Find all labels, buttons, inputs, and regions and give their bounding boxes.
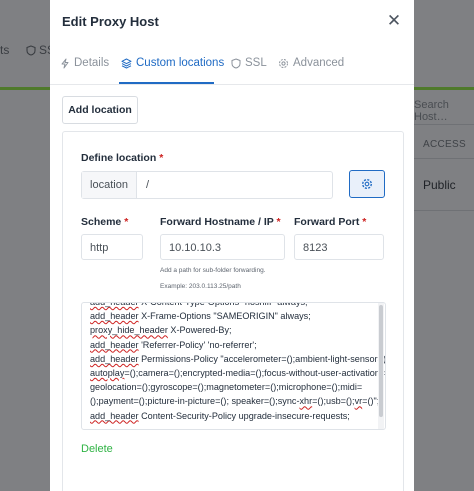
bg-column-access: ACCESS xyxy=(423,139,466,150)
required-mark: * xyxy=(124,216,129,228)
config-directive: xhr xyxy=(299,396,313,407)
config-directive: add_header xyxy=(90,353,139,364)
config-text: =()"; xyxy=(362,396,380,407)
bg-row-access: Public xyxy=(423,178,456,192)
scheme-label: Scheme * xyxy=(81,216,128,228)
scheme-label-text: Scheme xyxy=(81,216,122,228)
config-line: add_header X-Frame-Options "SAMEORIGIN" … xyxy=(90,309,378,323)
config-line: proxy_hide_header X-Powered-By; xyxy=(90,323,378,337)
config-text: X-Powered-By; xyxy=(167,325,232,336)
tab-custom-locations-label: Custom locations xyxy=(136,57,225,69)
modal-tabs: Details Custom locations SSL Advanced xyxy=(50,44,414,85)
divider xyxy=(414,124,474,125)
forward-port-label-text: Forward Port xyxy=(294,216,360,228)
config-text: X-Frame-Options "SAMEORIGIN" always; xyxy=(138,311,311,322)
active-tab-indicator xyxy=(119,82,214,84)
add-location-button[interactable]: Add location xyxy=(62,96,138,124)
config-directive: add_header xyxy=(90,302,139,307)
layers-icon xyxy=(121,58,132,68)
config-line: geolocation=();gyroscope=();magnetometer… xyxy=(90,380,378,394)
config-directive: autoplay xyxy=(90,367,125,378)
required-mark: * xyxy=(362,216,367,228)
config-text: geolocation=();gyroscope=();magnetometer… xyxy=(90,382,363,393)
gear-icon xyxy=(279,58,288,68)
bg-search-input: Search Host… xyxy=(414,99,449,123)
config-line: add_header X-Content-Type-Options "nosni… xyxy=(90,302,378,309)
bolt-icon xyxy=(61,58,69,68)
forward-port-input[interactable]: 8123 xyxy=(294,234,384,260)
forward-hostname-label-text: Forward Hostname / IP xyxy=(160,216,274,228)
config-text: =();camera=();encrypted-media=();focus-w… xyxy=(124,367,386,378)
forward-hostname-input[interactable]: 10.10.10.3 xyxy=(160,234,285,260)
config-directive: add_header xyxy=(90,339,139,350)
gear-icon xyxy=(361,178,373,190)
bg-tab-fragment: ts xyxy=(0,43,10,57)
forward-port-label: Forward Port * xyxy=(294,216,366,228)
location-path-value[interactable]: / xyxy=(146,172,149,198)
scrollbar-thumb[interactable] xyxy=(379,305,383,417)
forward-hostname-label: Forward Hostname / IP * xyxy=(160,216,281,228)
divider xyxy=(414,210,474,211)
define-location-text: Define location xyxy=(81,152,157,164)
required-mark: * xyxy=(159,152,164,164)
divider xyxy=(414,158,474,159)
scheme-input[interactable]: http xyxy=(81,234,143,260)
config-text: 'Referrer-Policy' 'no-referrer'; xyxy=(138,339,257,350)
config-directive: add_header xyxy=(90,410,139,421)
shield-icon xyxy=(231,57,241,69)
config-text: Permissions-Policy "accelerometer=();amb… xyxy=(138,353,386,364)
required-mark: * xyxy=(276,216,281,228)
advanced-config-textarea[interactable]: add_header X-Content-Type-Options "nosni… xyxy=(81,302,386,430)
config-lines: add_header X-Content-Type-Options "nosni… xyxy=(90,302,385,423)
define-location-label: Define location * xyxy=(81,152,163,164)
tab-custom-locations[interactable]: Custom locations xyxy=(121,57,224,69)
config-directive: add_header xyxy=(90,311,139,322)
config-text: Content-Security-Policy upgrade-insecure… xyxy=(138,410,350,421)
tab-ssl-label: SSL xyxy=(245,57,267,69)
location-settings-button[interactable] xyxy=(349,170,385,198)
hostname-hint: Add a path for sub-folder forwarding. xyxy=(160,267,266,274)
config-line: ();payment=();picture-in-picture=(); spe… xyxy=(90,394,380,408)
shield-icon xyxy=(26,44,36,56)
tab-details-label: Details xyxy=(74,57,110,69)
close-icon[interactable]: ✕ xyxy=(384,10,404,32)
location-card: Define location * location / Scheme * Fo… xyxy=(62,131,404,491)
modal-title: Edit Proxy Host xyxy=(62,14,159,29)
tab-details[interactable]: Details xyxy=(60,57,109,69)
config-text: X-Content-Type-Options "nosniff" always; xyxy=(138,302,308,307)
location-prefix: location xyxy=(82,172,137,198)
hostname-example: Example: 203.0.113.25/path xyxy=(160,283,241,290)
config-line: autoplay=();camera=();encrypted-media=()… xyxy=(90,366,385,380)
config-line: add_header Content-Security-Policy upgra… xyxy=(90,409,378,423)
config-line: add_header Permissions-Policy "accelerom… xyxy=(90,352,385,366)
delete-location-link[interactable]: Delete xyxy=(81,443,113,455)
tab-ssl[interactable]: SSL xyxy=(231,57,267,69)
tab-advanced-label: Advanced xyxy=(293,57,345,69)
tab-advanced[interactable]: Advanced xyxy=(278,57,344,69)
config-text: =();usb=(); xyxy=(312,396,355,407)
config-directive: proxy_hide_header xyxy=(90,325,168,336)
location-path-field[interactable]: location / xyxy=(81,171,333,199)
config-text: ();payment=();picture-in-picture=(); spe… xyxy=(90,396,300,407)
config-line: add_header 'Referrer-Policy' 'no-referre… xyxy=(90,338,378,352)
modal-header: Edit Proxy Host ✕ xyxy=(50,0,414,44)
edit-proxy-host-modal: Edit Proxy Host ✕ Details Custom locatio… xyxy=(50,0,414,491)
